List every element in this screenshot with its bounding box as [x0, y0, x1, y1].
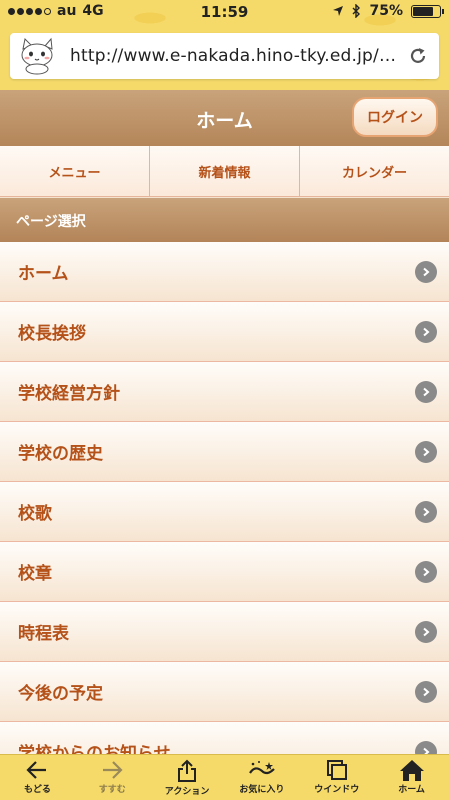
chevron-right-icon: [415, 500, 437, 523]
battery-percent: 75%: [369, 3, 403, 19]
list-item-home[interactable]: ホーム: [0, 242, 449, 302]
chevron-right-icon: [415, 620, 437, 643]
browser-toolbar: もどる すすむ アクション お気に入り ウインドウ ホーム: [0, 754, 449, 800]
window-button[interactable]: ウインドウ: [299, 755, 374, 800]
site-header: ホーム ログイン: [0, 90, 449, 146]
action-button[interactable]: アクション: [150, 755, 225, 800]
browser-chrome: au 4G 11:59 75% http://www.e-nakada.hino…: [0, 0, 449, 90]
share-icon: [178, 759, 197, 782]
list-item-timetable[interactable]: 時程表: [0, 602, 449, 662]
favorites-icon: [248, 761, 275, 775]
cat-logo-icon: [10, 33, 64, 79]
list-item-label: 学校からのお知らせ: [18, 744, 171, 754]
list-item-school-song[interactable]: 校歌: [0, 482, 449, 542]
list-item-school-history[interactable]: 学校の歴史: [0, 422, 449, 482]
bluetooth-icon: [352, 4, 361, 18]
list-item-principal-greeting[interactable]: 校長挨拶: [0, 302, 449, 362]
tab-news[interactable]: 新着情報: [150, 146, 300, 196]
chevron-right-icon: [415, 320, 437, 343]
favorites-label: お気に入り: [239, 785, 285, 795]
tab-calendar[interactable]: カレンダー: [300, 146, 449, 196]
arrow-left-icon: [26, 761, 47, 779]
back-button[interactable]: もどる: [0, 755, 75, 800]
url-text[interactable]: http://www.e-nakada.hino-tky.ed.jp/i...: [64, 46, 397, 66]
login-button[interactable]: ログイン: [352, 97, 438, 137]
nav-tabs: メニュー 新着情報 カレンダー: [0, 146, 449, 197]
battery-icon: [411, 4, 444, 18]
home-icon: [399, 760, 424, 781]
list-item-label: 校長挨拶: [18, 324, 86, 344]
chevron-right-icon: [415, 560, 437, 583]
window-label: ウインドウ: [314, 785, 360, 795]
list-item-school-policy[interactable]: 学校経営方針: [0, 362, 449, 422]
chevron-right-icon: [415, 680, 437, 703]
list-item-upcoming-schedule[interactable]: 今後の予定: [0, 662, 449, 722]
arrow-right-icon: [103, 761, 123, 779]
page-list: ホーム 校長挨拶 学校経営方針 学校の歴史 校歌 校章 時程表 今後の予定 学校…: [0, 242, 449, 754]
chevron-right-icon: [415, 440, 437, 463]
list-item-label: 今後の予定: [18, 684, 103, 704]
forward-button[interactable]: すすむ: [75, 755, 150, 800]
home-button[interactable]: ホーム: [374, 755, 449, 800]
action-label: アクション: [164, 787, 210, 797]
chevron-right-icon: [415, 380, 437, 403]
list-item-label: 校歌: [18, 504, 52, 524]
back-label: もどる: [24, 785, 51, 795]
favorites-button[interactable]: お気に入り: [224, 755, 299, 800]
list-item-label: 学校経営方針: [18, 384, 120, 404]
windows-icon: [326, 760, 347, 780]
list-item-label: 時程表: [18, 624, 69, 644]
chevron-right-icon: [415, 260, 437, 283]
forward-label: すすむ: [98, 785, 126, 795]
url-bar[interactable]: http://www.e-nakada.hino-tky.ed.jp/i...: [10, 33, 439, 79]
list-item-label: ホーム: [18, 264, 69, 284]
section-header: ページ選択: [0, 198, 449, 242]
list-item-school-notices[interactable]: 学校からのお知らせ: [0, 722, 449, 754]
list-item-label: 学校の歴史: [18, 444, 103, 464]
location-arrow-icon: [333, 6, 344, 16]
home-label: ホーム: [398, 785, 425, 795]
reload-icon[interactable]: [397, 33, 439, 79]
battery-level: [413, 6, 433, 16]
chevron-right-icon: [415, 740, 437, 754]
list-item-label: 校章: [18, 564, 52, 584]
tab-menu[interactable]: メニュー: [0, 146, 150, 196]
status-bar: au 4G 11:59 75%: [0, 0, 449, 24]
list-item-school-emblem[interactable]: 校章: [0, 542, 449, 602]
